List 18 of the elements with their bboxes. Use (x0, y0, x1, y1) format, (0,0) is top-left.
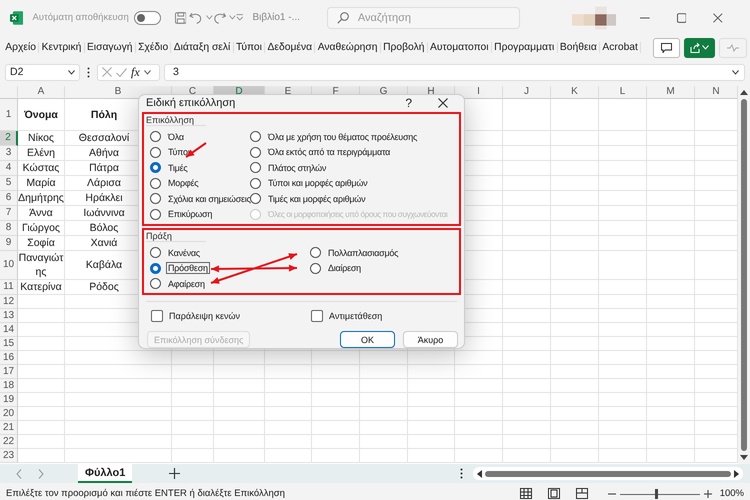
table-cell: Νίκος (18, 131, 65, 146)
table-cell: Μαρία (18, 176, 65, 191)
table-cell: Ελένη (18, 146, 65, 161)
group-label: Επικόλληση (146, 114, 206, 126)
cell-reference: D2 (10, 66, 24, 78)
table-cell: Γιώργος (18, 221, 65, 236)
table-cell: Σοφία (18, 236, 65, 251)
group-label: Πράξη (146, 230, 206, 242)
table-cell: Παναγιώτης (18, 251, 65, 280)
table-cell: Δημήτρης (18, 191, 65, 206)
table-cell: Όνομα (18, 99, 65, 131)
table-cell: Κώστας (18, 161, 65, 176)
status-message: Επιλέξτε τον προορισμό και πιέστε ENTER ή διαλέξτε Επικόλληση (6, 488, 286, 499)
autosave-label: Αυτόματη αποθήκευση (32, 12, 129, 23)
table-cell: Άννα (18, 206, 65, 221)
document-title: Βιβλίο1 -... (252, 12, 301, 23)
table-cell: Κατερίνα (18, 280, 65, 295)
formula-value: 3 (173, 66, 179, 78)
